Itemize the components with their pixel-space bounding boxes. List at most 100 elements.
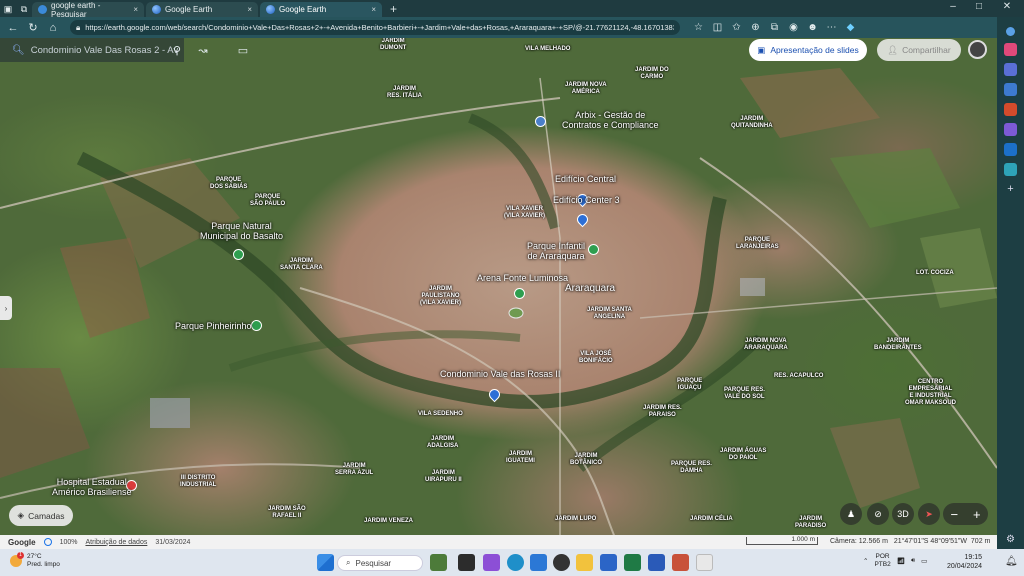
copilot-icon[interactable]: ◉ — [785, 19, 802, 36]
send-icon[interactable] — [1004, 163, 1017, 176]
home-icon[interactable]: ⌂ — [44, 19, 62, 37]
tab-actions-icon[interactable]: ▣ — [0, 2, 16, 17]
m365-icon[interactable] — [1004, 123, 1017, 136]
split-screen-icon[interactable]: ◫ — [709, 19, 726, 36]
tab-google-earth-search[interactable]: google earth - Pesquisar × — [32, 1, 144, 19]
park-pin-icon[interactable] — [233, 249, 244, 260]
store-icon[interactable] — [530, 554, 547, 571]
favorite-star-icon[interactable]: ☆ — [690, 19, 707, 36]
tab-google-earth-1[interactable]: Google Earth × — [146, 2, 258, 17]
place-label[interactable]: Edifício Central — [555, 174, 616, 184]
place-label[interactable]: Hospital Estadual Américo Brasiliense — [52, 477, 132, 497]
slideshow-label: Apresentação de slides — [770, 45, 859, 55]
city-label[interactable]: Araraquara — [565, 283, 615, 294]
side-panel-toggle[interactable]: › — [0, 296, 12, 320]
wifi-icon[interactable]: 📶︎ — [897, 557, 905, 565]
tools-icon[interactable] — [1004, 63, 1017, 76]
taskbar-search[interactable]: ⌕ Pesquisar — [337, 555, 423, 571]
place-label[interactable]: Arbix - Gestão de Contratos e Compliance — [562, 110, 659, 130]
teams-icon[interactable] — [483, 554, 500, 571]
notification-bell-icon[interactable]: 🔔︎ — [1005, 556, 1018, 567]
start-button-icon[interactable] — [317, 554, 334, 571]
compass-icon[interactable]: ➤ — [918, 503, 940, 525]
settings-icon[interactable]: ⚙ — [1006, 534, 1015, 545]
tab-google-earth-2[interactable]: Google Earth × — [260, 2, 382, 17]
weather-widget[interactable]: 1 27°C Pred. limpo — [10, 552, 60, 569]
zoom-out-button[interactable]: − — [950, 507, 958, 522]
lock-icon: 🔒︎ — [76, 22, 81, 32]
games-icon[interactable] — [1004, 83, 1017, 96]
favorites-icon[interactable]: ✩ — [728, 19, 745, 36]
url-text: https://earth.google.com/web/search/Cond… — [85, 23, 674, 32]
extensions-icon[interactable]: ⧉ — [766, 19, 783, 36]
volume-icon[interactable]: 🔊︎ — [911, 557, 915, 565]
excel-icon[interactable] — [624, 554, 641, 571]
more-menu-icon[interactable]: ⋯ — [823, 19, 840, 36]
map-label: III DISTRITO INDUSTRIAL — [180, 475, 217, 488]
zoom-in-button[interactable]: + — [973, 507, 981, 522]
place-label[interactable]: Edifício Center 3 — [553, 195, 620, 205]
powerpoint-icon[interactable] — [672, 554, 689, 571]
profile-icon[interactable]: ☻ — [804, 19, 821, 36]
edge-icon[interactable] — [507, 554, 524, 571]
ruler-icon[interactable]: ▭ — [234, 41, 252, 59]
place-label[interactable]: Parque Natural Municipal do Basalto — [200, 221, 283, 241]
map-label: JARDIM UIRAPURU II — [425, 470, 462, 483]
location-off-icon[interactable]: ⊘ — [867, 503, 889, 525]
search-input[interactable]: Condominio Vale Das Rosas 2 - Av — [31, 45, 179, 56]
view-3d-button[interactable]: 3D — [892, 503, 914, 525]
tab-close-icon[interactable]: × — [247, 5, 252, 14]
account-avatar[interactable] — [968, 40, 987, 59]
layers-button[interactable]: ◈ Camadas — [9, 505, 73, 526]
refresh-icon[interactable]: ↻ — [24, 19, 42, 37]
place-label[interactable]: Parque Pinheirinho — [175, 321, 252, 331]
satellite-map[interactable]: JARDIM DUMONT VILA MELHADO JARDIM RES. ITÁ… — [0, 38, 997, 549]
copilot-brand-icon[interactable]: ◆ — [842, 19, 859, 36]
back-icon[interactable]: ← — [4, 19, 22, 37]
map-label: JARDIM DO CARMO — [635, 67, 669, 80]
earth-favicon-icon — [152, 5, 161, 14]
system-clock[interactable]: 19:15 20/04/2024 — [947, 553, 982, 571]
word-icon[interactable] — [648, 554, 665, 571]
place-label[interactable]: Condominio Vale das Rosas II — [440, 369, 560, 379]
earth-search-bar[interactable]: 🔍︎ Condominio Vale Das Rosas 2 - Av — [0, 38, 184, 62]
close-window-button[interactable]: ✕ — [992, 1, 1022, 12]
dell-icon[interactable] — [553, 554, 570, 571]
office-icon[interactable] — [1004, 103, 1017, 116]
maximize-button[interactable]: □ — [964, 1, 994, 12]
file-explorer-icon[interactable] — [576, 554, 593, 571]
outlook-icon[interactable] — [1004, 143, 1017, 156]
snipping-tool-icon[interactable] — [696, 554, 713, 571]
place-label[interactable]: Arena Fonte Luminosa — [477, 273, 568, 283]
stadium-pin-icon[interactable] — [514, 288, 525, 299]
share-button[interactable]: 👤︎ Compartilhar — [877, 39, 961, 61]
battery-icon[interactable]: ▭ — [921, 557, 927, 565]
tab-close-icon[interactable]: × — [371, 5, 376, 14]
address-bar[interactable]: 🔒︎ https://earth.google.com/web/search/C… — [70, 20, 680, 35]
tray-chevron-icon[interactable]: ⌃ — [863, 557, 868, 565]
workspaces-icon[interactable]: ⧉ — [16, 2, 32, 17]
input-layout[interactable]: PTB2 — [874, 561, 890, 569]
tab-close-icon[interactable]: × — [133, 5, 138, 14]
search-icon[interactable] — [1006, 27, 1015, 36]
park-pin-icon[interactable] — [251, 320, 262, 331]
outlook-icon[interactable] — [600, 554, 617, 571]
place-label[interactable]: Parque Infantil de Araraquara — [527, 241, 585, 261]
new-tab-button[interactable]: + — [382, 2, 405, 17]
task-view-icon[interactable] — [458, 554, 475, 571]
attribution-link[interactable]: Atribuição de dados — [85, 539, 147, 546]
draw-path-icon[interactable]: ↝ — [194, 41, 212, 59]
collections-icon[interactable]: ⊕ — [747, 19, 764, 36]
slideshow-button[interactable]: ▣ Apresentação de slides — [749, 39, 867, 61]
park-pin-icon[interactable] — [588, 244, 599, 255]
pegman-icon[interactable]: ♟ — [840, 503, 862, 525]
input-language[interactable]: POR — [874, 553, 890, 561]
add-sidebar-icon[interactable]: + — [1007, 183, 1013, 195]
layers-icon: ◈ — [17, 510, 25, 520]
shopping-icon[interactable] — [1004, 43, 1017, 56]
place-pin-icon[interactable]: ⚲ — [168, 41, 186, 59]
browser-tab-bar: ▣ ⧉ google earth - Pesquisar × Google Ea… — [0, 0, 1024, 19]
search-icon[interactable]: 🔍︎ — [12, 45, 25, 56]
taskbar-widget-icon[interactable] — [430, 554, 447, 571]
business-pin-icon[interactable] — [535, 116, 546, 127]
